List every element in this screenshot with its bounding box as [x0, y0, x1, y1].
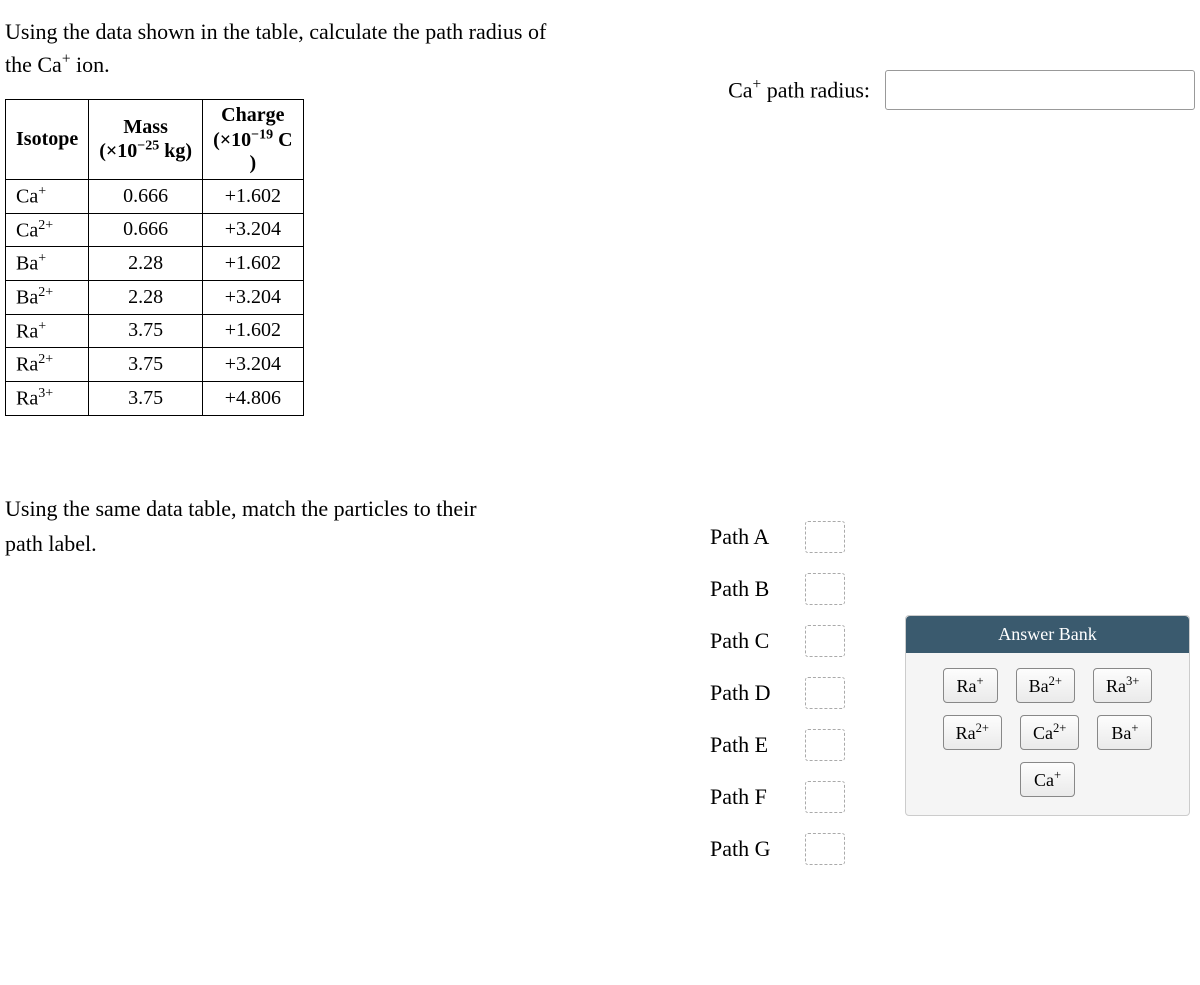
isotope-cell: Ra2+: [6, 348, 89, 382]
question2-line2: path label.: [5, 531, 97, 556]
charge-unit: (×10−19 C: [213, 129, 293, 151]
drop-target[interactable]: [805, 729, 845, 761]
path-row: Path G: [710, 833, 1195, 865]
mass-cell: 3.75: [89, 348, 203, 382]
table-row: Ca+0.666+1.602: [6, 179, 304, 213]
path-label: Path C: [710, 628, 785, 654]
isotope-table: Isotope Mass (×10−25 kg) Charge (×10−19 …: [5, 99, 304, 415]
answer-chip[interactable]: Ca+: [1020, 762, 1075, 797]
path-label: Path E: [710, 732, 785, 758]
answer-chip[interactable]: Ca2+: [1020, 715, 1079, 750]
isotope-cell: Ra+: [6, 314, 89, 348]
header-isotope: Isotope: [6, 100, 89, 180]
isotope-cell: Ba2+: [6, 280, 89, 314]
isotope-cell: Ca2+: [6, 213, 89, 247]
header-mass: Mass (×10−25 kg): [89, 100, 203, 180]
charge-cell: +3.204: [203, 213, 304, 247]
drop-target[interactable]: [805, 677, 845, 709]
drop-target[interactable]: [805, 573, 845, 605]
answer-chip[interactable]: Ba2+: [1016, 668, 1075, 703]
path-row: Path A: [710, 521, 1195, 553]
drop-target[interactable]: [805, 833, 845, 865]
table-header-row: Isotope Mass (×10−25 kg) Charge (×10−19 …: [6, 100, 304, 180]
path-row: Path B: [710, 573, 1195, 605]
table-row: Ra3+3.75+4.806: [6, 381, 304, 415]
table-row: Ba2+2.28+3.204: [6, 280, 304, 314]
drop-target[interactable]: [805, 625, 845, 657]
charge-label: Charge: [221, 104, 284, 126]
mass-unit: (×10−25 kg): [99, 140, 192, 162]
table-row: Ra2+3.75+3.204: [6, 348, 304, 382]
table-row: Ra+3.75+1.602: [6, 314, 304, 348]
question1-row: Using the data shown in the table, calcu…: [5, 15, 1195, 416]
answer-chip[interactable]: Ra3+: [1093, 668, 1152, 703]
charge-cell: +1.602: [203, 247, 304, 281]
isotope-cell: Ba+: [6, 247, 89, 281]
answer-bank-body: Ra+ Ba2+ Ra3+ Ra2+ Ca2+ Ba+ Ca+: [906, 653, 1189, 815]
charge-cell: +1.602: [203, 314, 304, 348]
page-container: Using the data shown in the table, calcu…: [5, 15, 1195, 865]
answer-bank: Answer Bank Ra+ Ba2+ Ra3+ Ra2+ Ca2+ Ba+ Ca+: [905, 615, 1190, 816]
drop-target[interactable]: [805, 781, 845, 813]
charge-cell: +1.602: [203, 179, 304, 213]
question1-line2: the Ca+ ion.: [5, 52, 110, 77]
table-row: Ba+2.28+1.602: [6, 247, 304, 281]
path-label: Path F: [710, 784, 785, 810]
path-label: Path B: [710, 576, 785, 602]
question1-line1: Using the data shown in the table, calcu…: [5, 19, 546, 44]
charge-unit-close: ): [249, 152, 256, 174]
isotope-cell: Ra3+: [6, 381, 89, 415]
radius-input[interactable]: [885, 70, 1195, 110]
mass-cell: 3.75: [89, 314, 203, 348]
charge-cell: +4.806: [203, 381, 304, 415]
answer-chip[interactable]: Ra2+: [943, 715, 1002, 750]
path-label: Path A: [710, 524, 785, 550]
drop-target[interactable]: [805, 521, 845, 553]
table-row: Ca2+0.666+3.204: [6, 213, 304, 247]
charge-cell: +3.204: [203, 348, 304, 382]
question1-left: Using the data shown in the table, calcu…: [5, 15, 546, 416]
mass-label: Mass: [123, 116, 167, 138]
answer-chip[interactable]: Ra+: [943, 668, 998, 703]
mass-cell: 2.28: [89, 247, 203, 281]
mass-cell: 3.75: [89, 381, 203, 415]
radius-answer-box: Ca+ path radius:: [728, 70, 1195, 110]
mass-cell: 2.28: [89, 280, 203, 314]
mass-cell: 0.666: [89, 179, 203, 213]
path-label: Path G: [710, 836, 785, 862]
question2-line1: Using the same data table, match the par…: [5, 496, 477, 521]
answer-chip[interactable]: Ba+: [1097, 715, 1152, 750]
answer-bank-title: Answer Bank: [906, 616, 1189, 653]
header-charge: Charge (×10−19 C ): [203, 100, 304, 180]
isotope-cell: Ca+: [6, 179, 89, 213]
radius-label: Ca+ path radius:: [728, 76, 870, 103]
charge-cell: +3.204: [203, 280, 304, 314]
path-label: Path D: [710, 680, 785, 706]
mass-cell: 0.666: [89, 213, 203, 247]
question1-text: Using the data shown in the table, calcu…: [5, 15, 546, 81]
question2-text: Using the same data table, match the par…: [5, 491, 605, 561]
